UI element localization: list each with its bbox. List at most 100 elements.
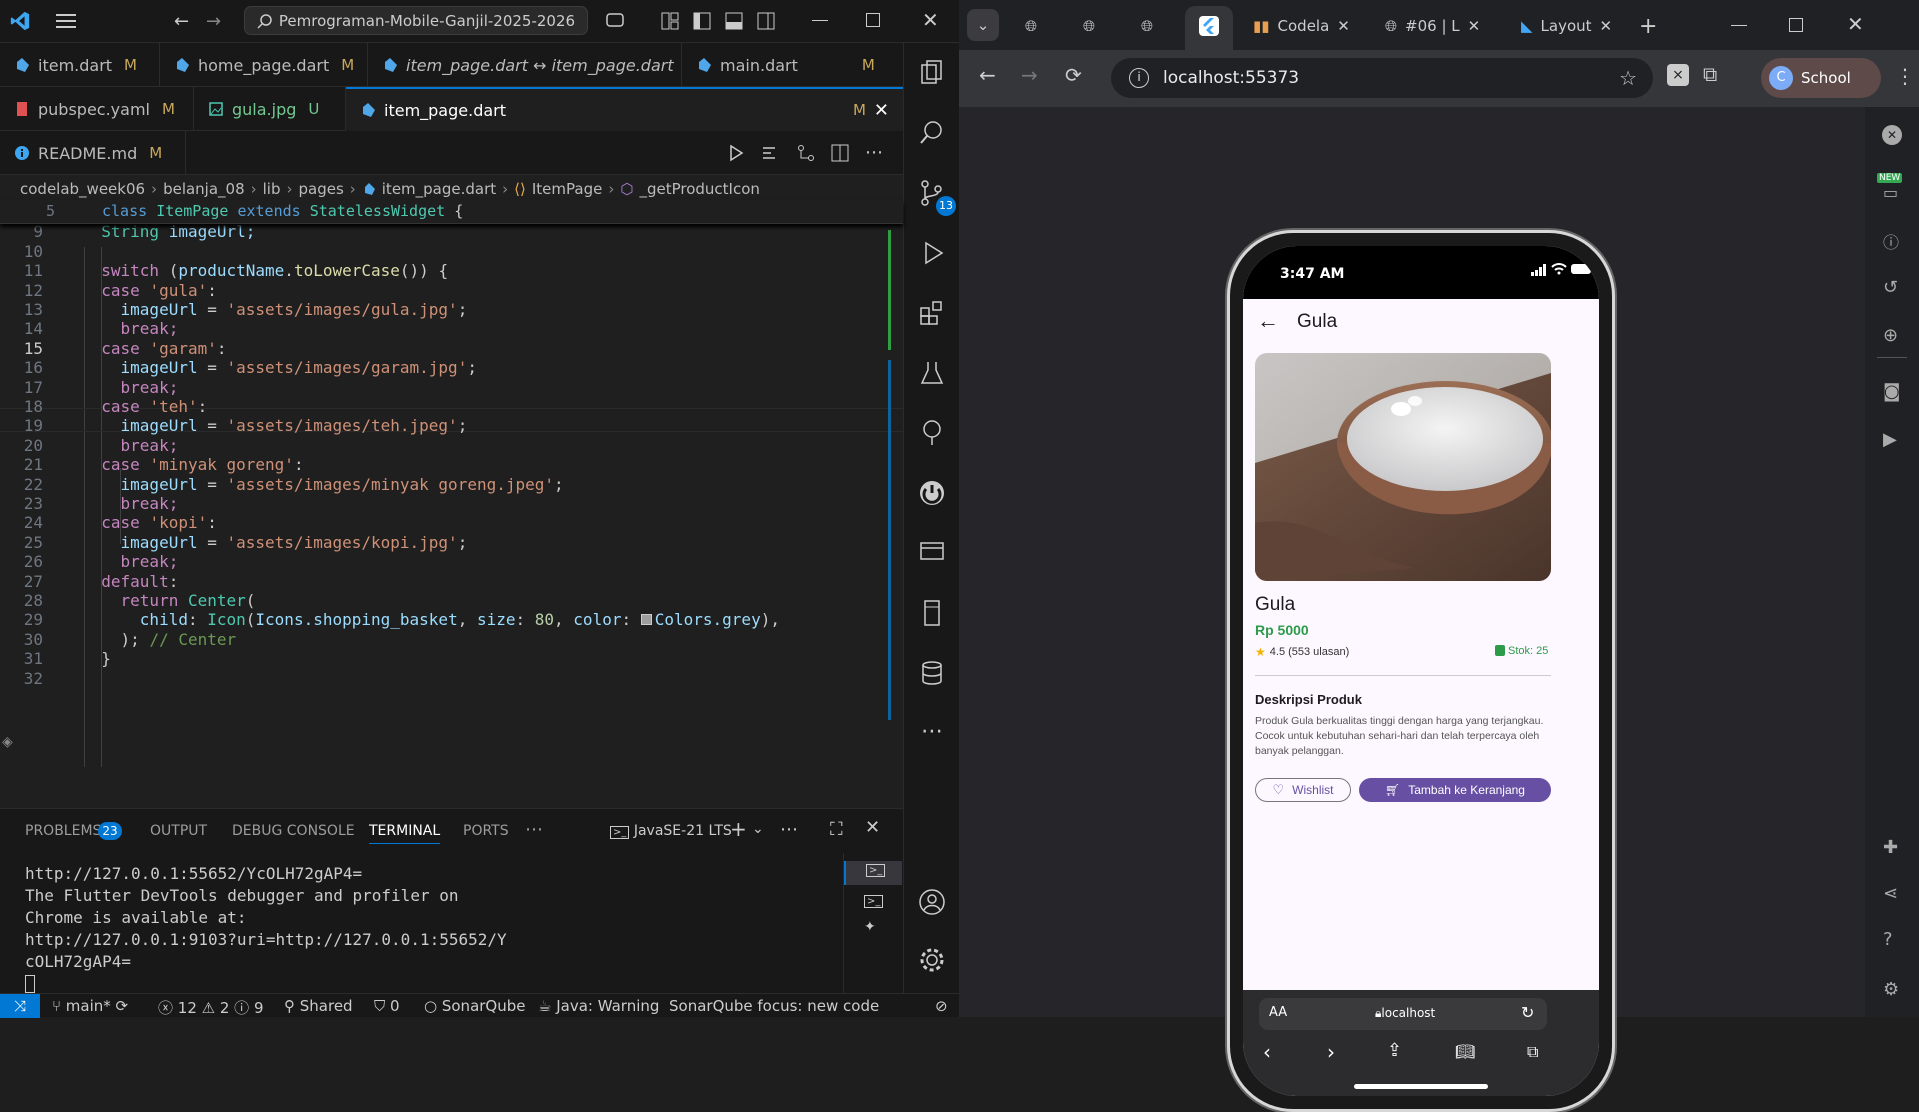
- source-control-diff-icon[interactable]: [797, 144, 815, 162]
- sonar-focus-status[interactable]: SonarQube focus: new code: [669, 997, 879, 1015]
- reload-icon[interactable]: ⟳: [1065, 63, 1082, 87]
- sticky-scroll-line[interactable]: 5 class ItemPage extends StatelessWidget…: [0, 200, 903, 224]
- back-arrow-icon[interactable]: ←: [1257, 308, 1279, 334]
- compare-icon[interactable]: [761, 144, 781, 162]
- extensions-puzzle-icon[interactable]: ⧉: [1703, 62, 1717, 86]
- tab-ports[interactable]: PORTS: [463, 823, 509, 839]
- flutter-tree-icon[interactable]: [918, 419, 946, 447]
- settings-gear-icon[interactable]: ⚙: [1883, 979, 1899, 1000]
- chrome-menu-icon[interactable]: ⋮: [1895, 64, 1915, 88]
- breadcrumb-item[interactable]: pages: [298, 180, 343, 198]
- wishlist-button[interactable]: ♡ Wishlist: [1255, 778, 1351, 802]
- close-tab-icon[interactable]: ✕: [1337, 17, 1350, 35]
- lightbulb-icon[interactable]: ◈: [2, 734, 13, 750]
- share-icon[interactable]: ⇪: [1387, 1040, 1402, 1061]
- split-editor-icon[interactable]: [831, 144, 849, 162]
- tab-item-page-diff[interactable]: item_page.dart ↔ item_page.dart: [368, 43, 682, 87]
- remote-explorer-icon[interactable]: [918, 539, 946, 567]
- chevron-down-icon[interactable]: ⌄: [752, 821, 764, 837]
- problems-status[interactable]: ⓧ 12 ⚠ 2 ⓘ 9: [158, 997, 264, 1018]
- tab-pubspec-yaml[interactable]: pubspec.yaml M: [0, 87, 194, 131]
- bookmarks-icon[interactable]: 📖︎: [1455, 1042, 1475, 1061]
- run-debug-icon[interactable]: [918, 239, 946, 267]
- safari-forward-icon[interactable]: ›: [1327, 1040, 1335, 1064]
- color-swatch[interactable]: [640, 614, 652, 626]
- ports-status[interactable]: ⛉ 0: [374, 997, 400, 1015]
- terminal-list-item[interactable]: ✦: [864, 919, 876, 935]
- breadcrumb-item[interactable]: item_page.dart: [382, 180, 496, 198]
- tab-gula-jpg[interactable]: gula.jpg U: [194, 87, 346, 131]
- code-editor[interactable]: 8 Widget _getProductIcon(String productN…: [0, 200, 903, 808]
- java-status[interactable]: ☕ Java: Warning: [538, 997, 659, 1015]
- close-tab-icon[interactable]: ✕: [874, 100, 889, 121]
- remote-indicator-icon[interactable]: ⤨: [0, 994, 40, 1018]
- site-info-icon[interactable]: i: [1129, 68, 1149, 88]
- editor-scrollbar[interactable]: [888, 360, 891, 720]
- terminal-selector[interactable]: >_ JavaSE-21 LTS: [610, 823, 732, 839]
- rotate-icon[interactable]: ↺: [1883, 277, 1898, 298]
- tab-item-dart[interactable]: item.dart M: [0, 43, 160, 87]
- terminal-list-item[interactable]: >_: [864, 895, 884, 908]
- device-icon[interactable]: [918, 599, 946, 627]
- forward-arrow-icon[interactable]: →: [1021, 63, 1038, 87]
- sonarqube-icon[interactable]: [918, 479, 946, 507]
- info-icon[interactable]: ⓘ: [1883, 229, 1899, 253]
- add-to-cart-button[interactable]: 🛒︎ Tambah ke Keranjang: [1359, 778, 1551, 802]
- extension-icon[interactable]: ⨯: [1667, 64, 1689, 86]
- device-toolbar-icon[interactable]: ▭: [1883, 183, 1898, 202]
- back-arrow-icon[interactable]: ←: [174, 11, 189, 32]
- tab-output[interactable]: OUTPUT: [150, 823, 207, 839]
- new-tab-button[interactable]: +: [1639, 10, 1657, 42]
- tab-globe-1[interactable]: 🌐︎: [1025, 10, 1037, 42]
- toggle-panel-icon[interactable]: [724, 11, 744, 31]
- more-panel-icon[interactable]: ⋯: [525, 819, 543, 840]
- layout-customize-icon[interactable]: [660, 11, 680, 31]
- close-tab-icon[interactable]: ✕: [1468, 17, 1481, 35]
- tab-readme-md[interactable]: README.md M: [0, 131, 186, 175]
- profile-button[interactable]: C School: [1761, 58, 1881, 98]
- toggle-secondary-sidebar-icon[interactable]: [756, 11, 776, 31]
- tab-debug-console[interactable]: DEBUG CONSOLE: [232, 823, 355, 839]
- breadcrumb-item[interactable]: ItemPage: [532, 180, 602, 198]
- command-center-search[interactable]: Pemrograman-Mobile-Ganjil-2025-2026: [244, 6, 588, 35]
- extension-puzzle-icon[interactable]: ✚: [1883, 837, 1898, 858]
- tab-globe-3[interactable]: 🌐︎: [1141, 10, 1153, 42]
- account-icon[interactable]: [918, 888, 946, 916]
- sonarqube-status[interactable]: ○ SonarQube: [424, 997, 526, 1015]
- minimize-button[interactable]: [1731, 25, 1747, 26]
- safari-back-icon[interactable]: ‹: [1263, 1040, 1271, 1064]
- reader-aa-button[interactable]: AA: [1269, 1005, 1287, 1020]
- forward-arrow-icon[interactable]: →: [206, 11, 221, 32]
- maximize-panel-icon[interactable]: ⛶: [830, 819, 843, 840]
- terminal-more-icon[interactable]: ⋯: [780, 819, 798, 840]
- share-icon[interactable]: ⋖: [1883, 883, 1898, 904]
- terminal-list-item-active[interactable]: >_: [844, 861, 902, 885]
- camera-icon[interactable]: ◙: [1883, 381, 1900, 402]
- safari-address-bar[interactable]: AA 🔒︎localhost ↻: [1259, 998, 1547, 1030]
- close-tab-icon[interactable]: ✕: [1600, 17, 1613, 35]
- breadcrumb-item[interactable]: _getProductIcon: [639, 180, 759, 198]
- run-icon[interactable]: [727, 144, 745, 162]
- search-icon[interactable]: [918, 119, 946, 147]
- tab-home-page-dart[interactable]: home_page.dart M: [160, 43, 368, 87]
- breadcrumb-item[interactable]: belanja_08: [163, 180, 245, 198]
- settings-gear-icon[interactable]: [918, 946, 946, 974]
- testing-flask-icon[interactable]: [918, 359, 946, 387]
- minimize-button[interactable]: [812, 20, 828, 21]
- notifications-icon[interactable]: ⊘: [935, 997, 948, 1015]
- tab-globe-2[interactable]: 🌐︎: [1083, 10, 1095, 42]
- tabs-icon[interactable]: ⧉: [1527, 1042, 1538, 1062]
- video-icon[interactable]: ▶: [1883, 429, 1897, 450]
- tab-terminal[interactable]: TERMINAL: [369, 823, 441, 844]
- menu-icon[interactable]: [56, 12, 76, 30]
- breadcrumb-item[interactable]: lib: [263, 180, 281, 198]
- zoom-icon[interactable]: ⊕: [1883, 325, 1898, 346]
- tab-layout[interactable]: ◣ Layout ✕: [1521, 10, 1612, 42]
- more-actions-icon[interactable]: ⋯: [865, 142, 883, 163]
- new-terminal-icon[interactable]: +: [730, 817, 747, 841]
- tab-search-icon[interactable]: ⌄: [967, 9, 999, 41]
- back-arrow-icon[interactable]: ←: [979, 63, 996, 87]
- toggle-sidebar-icon[interactable]: [692, 11, 712, 31]
- tab-item-page-dart[interactable]: item_page.dart M ✕: [346, 87, 903, 131]
- breadcrumb-item[interactable]: codelab_week06: [20, 180, 145, 198]
